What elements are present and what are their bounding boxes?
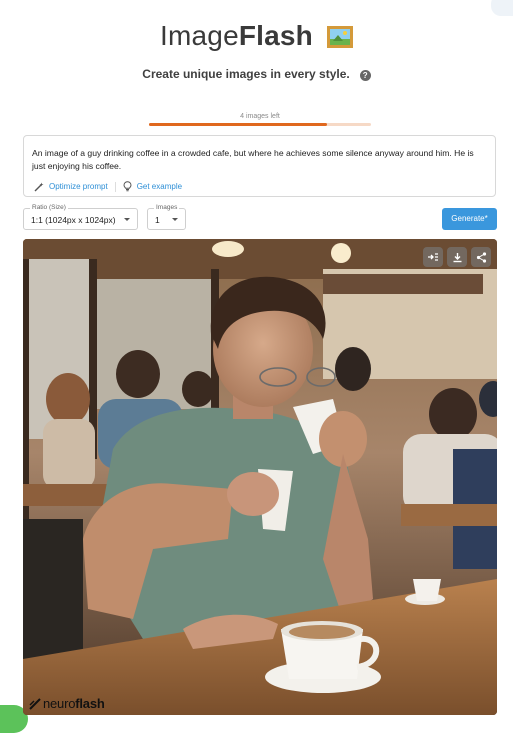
generate-button[interactable]: Generate* [442,208,497,230]
image-toolbar [423,247,491,267]
watermark-light: neuro [43,696,76,711]
prompt-textarea[interactable]: An image of a guy drinking coffee in a c… [23,135,496,197]
chevron-down-icon [124,218,130,221]
title-bold: Flash [238,20,313,51]
title-light: Image [160,20,239,51]
corner-decoration [491,0,513,16]
neuroflash-logo-icon [29,697,41,710]
images-left-label: 4 images left [240,113,280,120]
generated-image: neuro flash [23,239,497,715]
get-example-label: Get example [136,182,183,191]
images-label: Images [154,204,180,211]
prompt-text[interactable]: An image of a guy drinking coffee in a c… [32,147,487,172]
credits-progress-fill [149,123,327,126]
tagline-text: Create unique images in every style. [142,67,350,81]
framed-picture-icon [326,23,353,55]
download-icon[interactable] [447,247,467,267]
images-count-select[interactable]: Images 1 [147,204,186,230]
ratio-label: Ratio (Size) [30,204,68,211]
images-value: 1 [155,215,160,225]
get-example-button[interactable]: Get example [123,181,182,192]
ratio-select[interactable]: Ratio (Size) 1:1 (1024px x 1024px) [23,204,138,230]
magic-wand-icon [34,182,44,191]
ratio-value: 1:1 (1024px x 1024px) [31,215,116,225]
cafe-photo [23,239,497,715]
app-title: ImageFlash [0,20,513,55]
neuroflash-watermark: neuro flash [29,696,105,711]
share-icon[interactable] [471,247,491,267]
prompt-actions: Optimize prompt Get example [34,181,182,192]
lightbulb-icon [123,181,132,192]
tagline: Create unique images in every style.? [0,67,513,81]
insert-prompt-icon[interactable] [423,247,443,267]
watermark-bold: flash [75,696,105,711]
optimize-prompt-label: Optimize prompt [49,182,108,191]
credits-progress-bar [149,123,371,126]
optimize-prompt-button[interactable]: Optimize prompt [34,182,108,192]
action-divider [114,181,116,192]
chevron-down-icon [172,218,178,221]
help-icon[interactable]: ? [359,70,371,81]
